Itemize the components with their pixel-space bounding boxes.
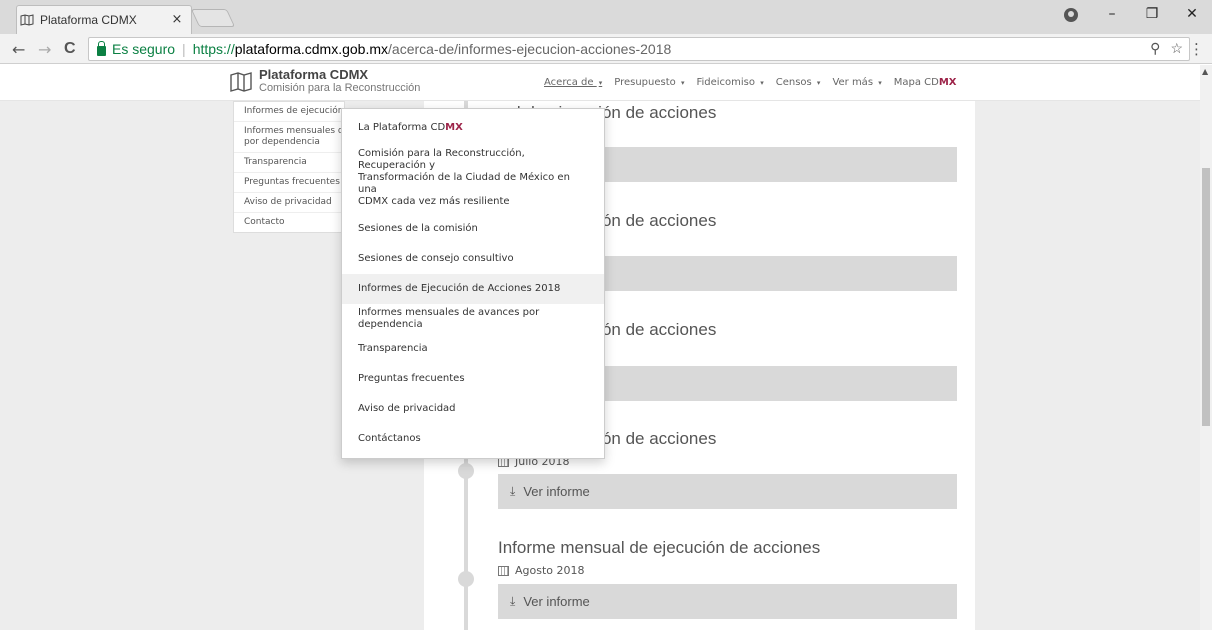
chevron-down-icon: ▾: [816, 79, 821, 87]
nav-ver-mas[interactable]: Ver más ▾: [832, 77, 881, 88]
chevron-down-icon: ▾: [680, 79, 685, 87]
menu-item-contactanos[interactable]: Contáctanos: [342, 424, 604, 454]
sidebar-item-informes-mensuales-line2[interactable]: por dependencia: [234, 137, 344, 153]
menu-item-preguntas[interactable]: Preguntas frecuentes: [342, 364, 604, 394]
omnibox-separator: |: [182, 41, 186, 57]
browser-tab[interactable]: Plataforma CDMX ×: [20, 5, 185, 34]
tab-close-icon[interactable]: ×: [169, 12, 185, 27]
acerca-de-dropdown: La Plataforma CD MX Comisión para la Reco…: [341, 108, 605, 459]
map-logo-icon: [230, 71, 252, 92]
forward-icon[interactable]: →: [38, 40, 51, 59]
sidebar-menu: Informes de ejecución Informes mensuales…: [233, 101, 345, 233]
menu-item-transparencia[interactable]: Transparencia: [342, 334, 604, 364]
sidebar-item-aviso[interactable]: Aviso de privacidad: [234, 193, 344, 213]
omnibox-actions: ⚲ ☆: [1150, 40, 1183, 57]
minimize-button[interactable]: –: [1092, 6, 1132, 22]
reload-icon[interactable]: C: [64, 40, 76, 58]
tab-title: Plataforma CDMX: [40, 12, 137, 27]
menu-item-informes-ejecucion[interactable]: Informes de Ejecución de Acciones 2018: [342, 274, 604, 304]
nav-acerca-de[interactable]: Acerca de ▾: [544, 77, 602, 88]
top-navigation: Acerca de ▾ Presupuesto ▾ Fideicomiso ▾ …: [544, 77, 957, 88]
sidebar-item-transparencia[interactable]: Transparencia: [234, 153, 344, 173]
browser-menu-icon[interactable]: ⋮: [1189, 40, 1204, 58]
url-host: plataforma.cdmx.gob.mx: [234, 41, 389, 57]
entry-date: Agosto 2018: [498, 564, 585, 577]
nav-fideicomiso[interactable]: Fideicomiso ▾: [696, 77, 763, 88]
timeline-dot: [458, 463, 474, 479]
page-scrollbar[interactable]: ▲: [1200, 65, 1212, 630]
menu-item-sesiones-consejo[interactable]: Sesiones de consejo consultivo: [342, 244, 604, 274]
scroll-up-icon[interactable]: ▲: [1202, 67, 1208, 76]
menu-item-la-plataforma[interactable]: La Plataforma CD MX: [342, 113, 604, 142]
brand-text: Plataforma CDMX Comisión para la Reconst…: [259, 68, 420, 95]
sidebar-item-informes-ejecucion[interactable]: Informes de ejecución: [234, 102, 344, 122]
brand-subtitle: Comisión para la Reconstrucción: [259, 82, 421, 94]
url-scheme: https://: [192, 41, 235, 57]
chevron-down-icon: ▾: [598, 79, 603, 87]
profile-icon[interactable]: [1064, 8, 1078, 22]
bookmark-star-icon[interactable]: ☆: [1170, 40, 1183, 57]
ver-informe-button[interactable]: ⤓ Ver informe: [498, 584, 957, 619]
menu-item-informes-mensuales[interactable]: Informes mensuales de avances por depend…: [342, 304, 604, 334]
maximize-button[interactable]: ❐: [1132, 6, 1172, 22]
browser-tab-strip: Plataforma CDMX × – ❐ ✕: [0, 0, 1212, 34]
secure-label: Es seguro: [112, 41, 176, 57]
timeline-dot: [458, 571, 474, 587]
sidebar-item-contacto[interactable]: Contacto: [234, 213, 344, 232]
browser-toolbar: ← → C Es seguro | https:// plataforma.cd…: [0, 34, 1212, 64]
brand[interactable]: Plataforma CDMX Comisión para la Reconst…: [230, 68, 420, 95]
zoom-icon[interactable]: ⚲: [1150, 40, 1160, 57]
nav-censos[interactable]: Censos ▾: [776, 77, 821, 88]
map-icon: [20, 13, 34, 26]
calendar-icon: [498, 565, 509, 576]
chevron-down-icon: ▾: [760, 79, 764, 87]
ver-informe-button[interactable]: ⤓ Ver informe: [498, 474, 957, 509]
close-window-button[interactable]: ✕: [1172, 6, 1212, 22]
site-header: Plataforma CDMX Comisión para la Reconst…: [0, 65, 1200, 101]
url-path: /acerca-de/informes-ejecucion-acciones-2…: [388, 41, 672, 57]
download-icon: ⤓: [510, 484, 516, 498]
address-bar[interactable]: Es seguro | https:// plataforma.cdmx.gob…: [88, 37, 1190, 61]
nav-mapa-cdmx[interactable]: Mapa CDMX: [894, 77, 957, 88]
nav-presupuesto[interactable]: Presupuesto ▾: [614, 77, 684, 88]
download-icon: ⤓: [510, 594, 516, 608]
menu-item-sesiones-comision[interactable]: Sesiones de la comisión: [342, 214, 604, 244]
menu-item-comision[interactable]: Comisión para la Reconstrucción, Recuper…: [342, 142, 604, 214]
sidebar-item-preguntas[interactable]: Preguntas frecuentes: [234, 173, 344, 193]
brand-title: Plataforma CDMX: [259, 67, 369, 82]
window-controls: – ❐ ✕: [1092, 0, 1212, 28]
chevron-down-icon: ▾: [878, 79, 882, 87]
entry-title: Informe mensual de ejecución de acciones: [498, 538, 821, 557]
scroll-thumb[interactable]: [1202, 168, 1210, 426]
menu-item-aviso[interactable]: Aviso de privacidad: [342, 394, 604, 424]
lock-icon: [97, 41, 106, 56]
back-icon[interactable]: ←: [12, 40, 25, 59]
new-tab-button[interactable]: [190, 9, 236, 27]
sidebar-item-informes-mensuales[interactable]: Informes mensuales d: [234, 122, 344, 137]
